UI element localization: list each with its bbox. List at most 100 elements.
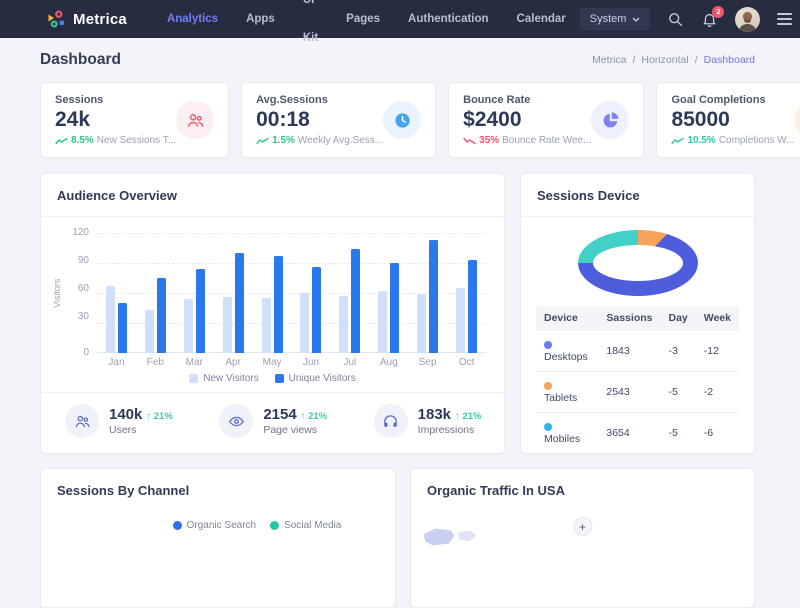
sessions-by-channel-title: Sessions By Channel [57,483,189,498]
stat-card-bounce-rate: Bounce Rate$240035%Bounce Rate Wee... [448,82,644,158]
page-title: Dashboard [40,51,121,69]
stat-card-avg-sessions: Avg.Sessions00:181.5%Weekly Avg.Sess... [241,82,436,158]
bar-group-jun [292,233,331,353]
brand-logo[interactable]: Metrica [46,9,127,29]
y-tick-label: 30 [63,313,89,321]
navbar: Metrica AnalyticsAppsUI KitPagesAuthenti… [0,0,800,38]
legend-label: New Visitors [203,373,258,384]
stat-card-trend-pct: 35% [479,135,499,146]
bar-group-mar [175,233,214,353]
stat-card-sessions: Sessions24k8.5%New Sessions T... [40,82,229,158]
eye-icon [219,404,253,438]
device-dot [544,341,552,349]
bar-new-visitors [300,293,309,353]
nav-item-ui-kit[interactable]: UI Kit [289,0,332,57]
user-avatar[interactable] [735,7,760,32]
users-icon [176,101,214,139]
bar-unique-visitors [351,249,360,353]
bar-new-visitors [145,310,154,353]
x-tick-label: Jul [330,357,369,368]
x-tick-label: Feb [136,357,175,368]
breadcrumb-separator: / [695,54,698,66]
device-dot [544,382,552,390]
system-dropdown[interactable]: System [580,8,651,30]
bar-unique-visitors [118,303,127,353]
search-icon[interactable] [667,11,684,28]
stat-card-trend-pct: 1.5% [272,135,295,146]
audience-stat-value: 183k↑ 21% [418,406,482,423]
day-cell: -5 [660,372,695,413]
audience-stat-text: 140k↑ 21%Users [109,406,173,436]
stat-card-label: Avg.Sessions [256,94,383,106]
y-tick-label: 90 [63,257,89,265]
y-tick-label: 60 [63,285,89,293]
bar-unique-visitors [390,263,399,353]
audience-stat-users: 140k↑ 21%Users [41,393,195,449]
bar-new-visitors [106,286,115,353]
chevron-down-icon [632,17,640,22]
bar-new-visitors [417,294,426,353]
audience-stat-value: 140k↑ 21% [109,406,173,423]
users-icon [65,404,99,438]
bar-group-oct [447,233,486,353]
x-axis-labels: JanFebMarAprMayJunJulAugSepOct [97,357,486,368]
stat-cards-row: Sessions24k8.5%New Sessions T... Avg.Sess… [40,82,755,158]
y-axis-label: Visitors [51,233,63,353]
audience-stat-value: 2154↑ 21% [263,406,327,423]
audience-stat-label: Impressions [418,424,482,436]
breadcrumb-separator: / [633,54,636,66]
legend-item-unique-visitors[interactable]: Unique Visitors [275,373,356,384]
stat-card-body: Bounce Rate$240035%Bounce Rate Wee... [463,94,591,146]
usa-map-region [421,524,479,555]
stat-card-goal-completions: Goal Completions8500010.5%Completions W.… [656,82,800,158]
page-content: Dashboard Metrica/Horizontal/Dashboard S… [0,38,800,608]
audience-stat-label: Page views [263,424,327,436]
menu-toggle-icon[interactable] [777,13,792,25]
stat-card-label: Bounce Rate [463,94,591,106]
x-tick-label: Apr [214,357,253,368]
trend-down-icon [463,137,476,145]
audience-overview-title: Audience Overview [57,188,177,203]
bar-group-jul [330,233,369,353]
legend-swatch [173,521,182,530]
audience-stats-row: 140k↑ 21%Users 2154↑ 21%Page views 183k↑ 2… [41,393,504,449]
legend-item-new-visitors[interactable]: New Visitors [189,373,258,384]
device-table-header-device: Device [536,306,598,331]
bar-unique-visitors [468,260,477,353]
device-name-cell: Tablets [536,372,598,413]
notification-badge: 2 [712,6,724,18]
nav-item-apps[interactable]: Apps [232,0,289,38]
bar-new-visitors [378,291,387,353]
bar-group-jan [97,233,136,353]
stat-card-value: 24k [55,108,176,132]
nav-item-pages[interactable]: Pages [332,0,394,38]
bar-new-visitors [184,299,193,353]
organic-traffic-title: Organic Traffic In USA [427,483,565,498]
audience-stat-delta: ↑ 21% [455,411,481,422]
nav-item-authentication[interactable]: Authentication [394,0,503,38]
map-zoom-in-button[interactable]: + [573,517,592,536]
sassions-cell: 1843 [598,331,660,372]
audience-stat-delta: ↑ 21% [146,411,172,422]
trend-up-icon [256,137,269,145]
nav-item-analytics[interactable]: Analytics [153,0,232,38]
stat-card-body: Sessions24k8.5%New Sessions T... [55,94,176,146]
nav-item-calendar[interactable]: Calendar [503,0,580,38]
bar-new-visitors [339,296,348,353]
notifications-button[interactable]: 2 [701,11,718,28]
legend-label: Unique Visitors [289,373,356,384]
device-table-body: Desktops1843-3-12Tablets2543-5-2Mobiles3… [536,331,739,454]
system-dropdown-label: System [590,13,627,25]
stat-card-body: Goal Completions8500010.5%Completions W.… [671,94,794,146]
breadcrumb-item-metrica[interactable]: Metrica [592,54,626,66]
legend-item-social-media[interactable]: Social Media [270,520,341,531]
device-name-cell: Mobiles [536,413,598,454]
legend-item-organic-search[interactable]: Organic Search [173,520,256,531]
navbar-right: System 2 [580,7,793,32]
channel-chart-legend: Organic Search Social Media [119,520,395,531]
legend-swatch [270,521,279,530]
x-tick-label: Jun [292,357,331,368]
bar-group-aug [369,233,408,353]
y-tick-label: 0 [63,349,89,357]
breadcrumb-item-horizontal[interactable]: Horizontal [641,54,688,66]
